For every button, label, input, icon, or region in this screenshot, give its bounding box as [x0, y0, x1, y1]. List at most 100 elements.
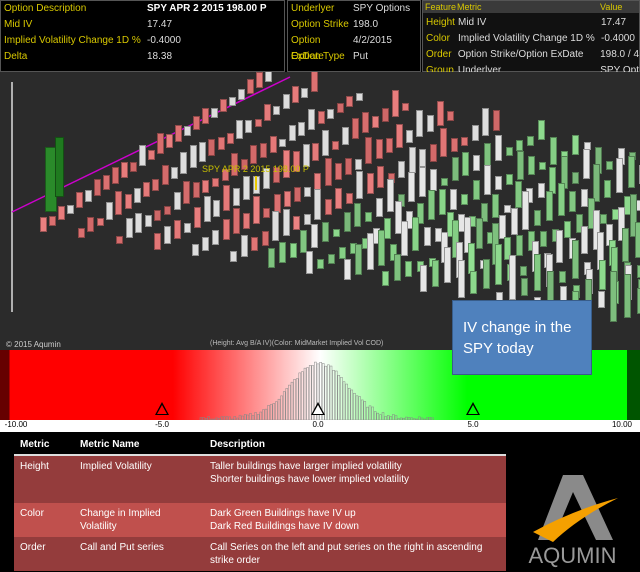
building[interactable] [572, 134, 580, 156]
building[interactable] [157, 132, 164, 154]
building[interactable] [483, 164, 491, 195]
building[interactable] [261, 230, 269, 247]
building[interactable] [468, 242, 475, 274]
building[interactable] [516, 139, 524, 151]
building[interactable] [382, 270, 389, 286]
building[interactable] [288, 125, 296, 142]
building[interactable] [419, 148, 426, 168]
building[interactable] [398, 160, 405, 178]
building[interactable] [339, 247, 347, 260]
building[interactable] [622, 228, 629, 262]
building[interactable] [212, 177, 219, 187]
building[interactable] [243, 176, 251, 201]
building[interactable] [211, 107, 218, 118]
building[interactable] [610, 271, 617, 322]
building[interactable] [470, 271, 478, 294]
building[interactable] [133, 187, 141, 203]
building[interactable] [226, 132, 234, 145]
building[interactable] [193, 206, 201, 228]
building[interactable] [265, 72, 272, 82]
building[interactable] [314, 188, 321, 220]
building[interactable] [444, 247, 451, 283]
building[interactable] [623, 273, 631, 319]
building[interactable] [451, 157, 459, 182]
building[interactable] [324, 198, 332, 215]
building[interactable] [125, 217, 133, 239]
building[interactable] [371, 115, 379, 128]
building[interactable] [366, 233, 374, 271]
building[interactable] [616, 158, 623, 193]
building[interactable] [336, 103, 344, 113]
building[interactable] [606, 161, 614, 170]
building[interactable] [306, 251, 313, 274]
building[interactable] [412, 217, 420, 252]
building[interactable] [386, 178, 394, 212]
building[interactable] [377, 165, 384, 189]
building[interactable] [240, 234, 248, 257]
building[interactable] [634, 221, 640, 258]
building[interactable] [571, 240, 579, 279]
building[interactable] [183, 222, 191, 234]
building[interactable] [317, 111, 325, 125]
building[interactable] [260, 143, 267, 159]
building[interactable] [429, 143, 437, 163]
building[interactable] [345, 193, 353, 205]
building[interactable] [592, 163, 600, 203]
building[interactable] [393, 253, 401, 282]
building[interactable] [268, 247, 275, 268]
building[interactable] [533, 253, 541, 292]
building[interactable] [522, 191, 530, 231]
building[interactable] [223, 185, 231, 212]
building[interactable] [352, 117, 359, 139]
building[interactable] [279, 138, 287, 148]
building[interactable] [604, 179, 612, 198]
building[interactable] [538, 119, 545, 141]
building[interactable] [396, 123, 403, 148]
building[interactable] [335, 188, 342, 210]
building[interactable] [76, 191, 83, 208]
building[interactable] [230, 250, 237, 262]
building[interactable] [461, 137, 468, 147]
building[interactable] [87, 216, 95, 233]
building[interactable] [303, 214, 311, 226]
building[interactable] [440, 127, 447, 157]
building[interactable] [516, 235, 523, 256]
building[interactable] [263, 208, 271, 219]
building[interactable] [78, 227, 85, 238]
building[interactable] [475, 218, 483, 249]
building[interactable] [173, 220, 181, 239]
building[interactable] [220, 99, 227, 112]
building[interactable] [217, 137, 225, 151]
building[interactable] [361, 111, 369, 134]
building[interactable] [569, 191, 577, 212]
building[interactable] [557, 182, 565, 217]
building[interactable] [152, 178, 160, 192]
building[interactable] [381, 108, 389, 123]
building[interactable] [355, 158, 363, 170]
building[interactable] [391, 89, 399, 117]
building[interactable] [545, 191, 553, 221]
building[interactable] [549, 166, 557, 194]
building[interactable] [378, 229, 386, 266]
building[interactable] [171, 167, 178, 180]
building[interactable] [298, 121, 306, 136]
building[interactable] [583, 148, 591, 180]
building[interactable] [311, 224, 319, 248]
building[interactable] [416, 109, 424, 138]
building[interactable] [55, 137, 64, 197]
building[interactable] [135, 212, 143, 233]
building[interactable] [627, 156, 635, 189]
building[interactable] [439, 189, 447, 215]
building[interactable] [428, 189, 436, 220]
building[interactable] [212, 230, 220, 246]
building[interactable] [494, 176, 502, 190]
building[interactable] [180, 151, 188, 174]
building[interactable] [342, 127, 350, 145]
building[interactable] [183, 180, 191, 205]
building[interactable] [492, 194, 500, 218]
building[interactable] [236, 119, 244, 139]
building[interactable] [130, 161, 137, 172]
building[interactable] [432, 260, 439, 288]
building[interactable] [282, 93, 290, 110]
building[interactable] [408, 146, 416, 173]
